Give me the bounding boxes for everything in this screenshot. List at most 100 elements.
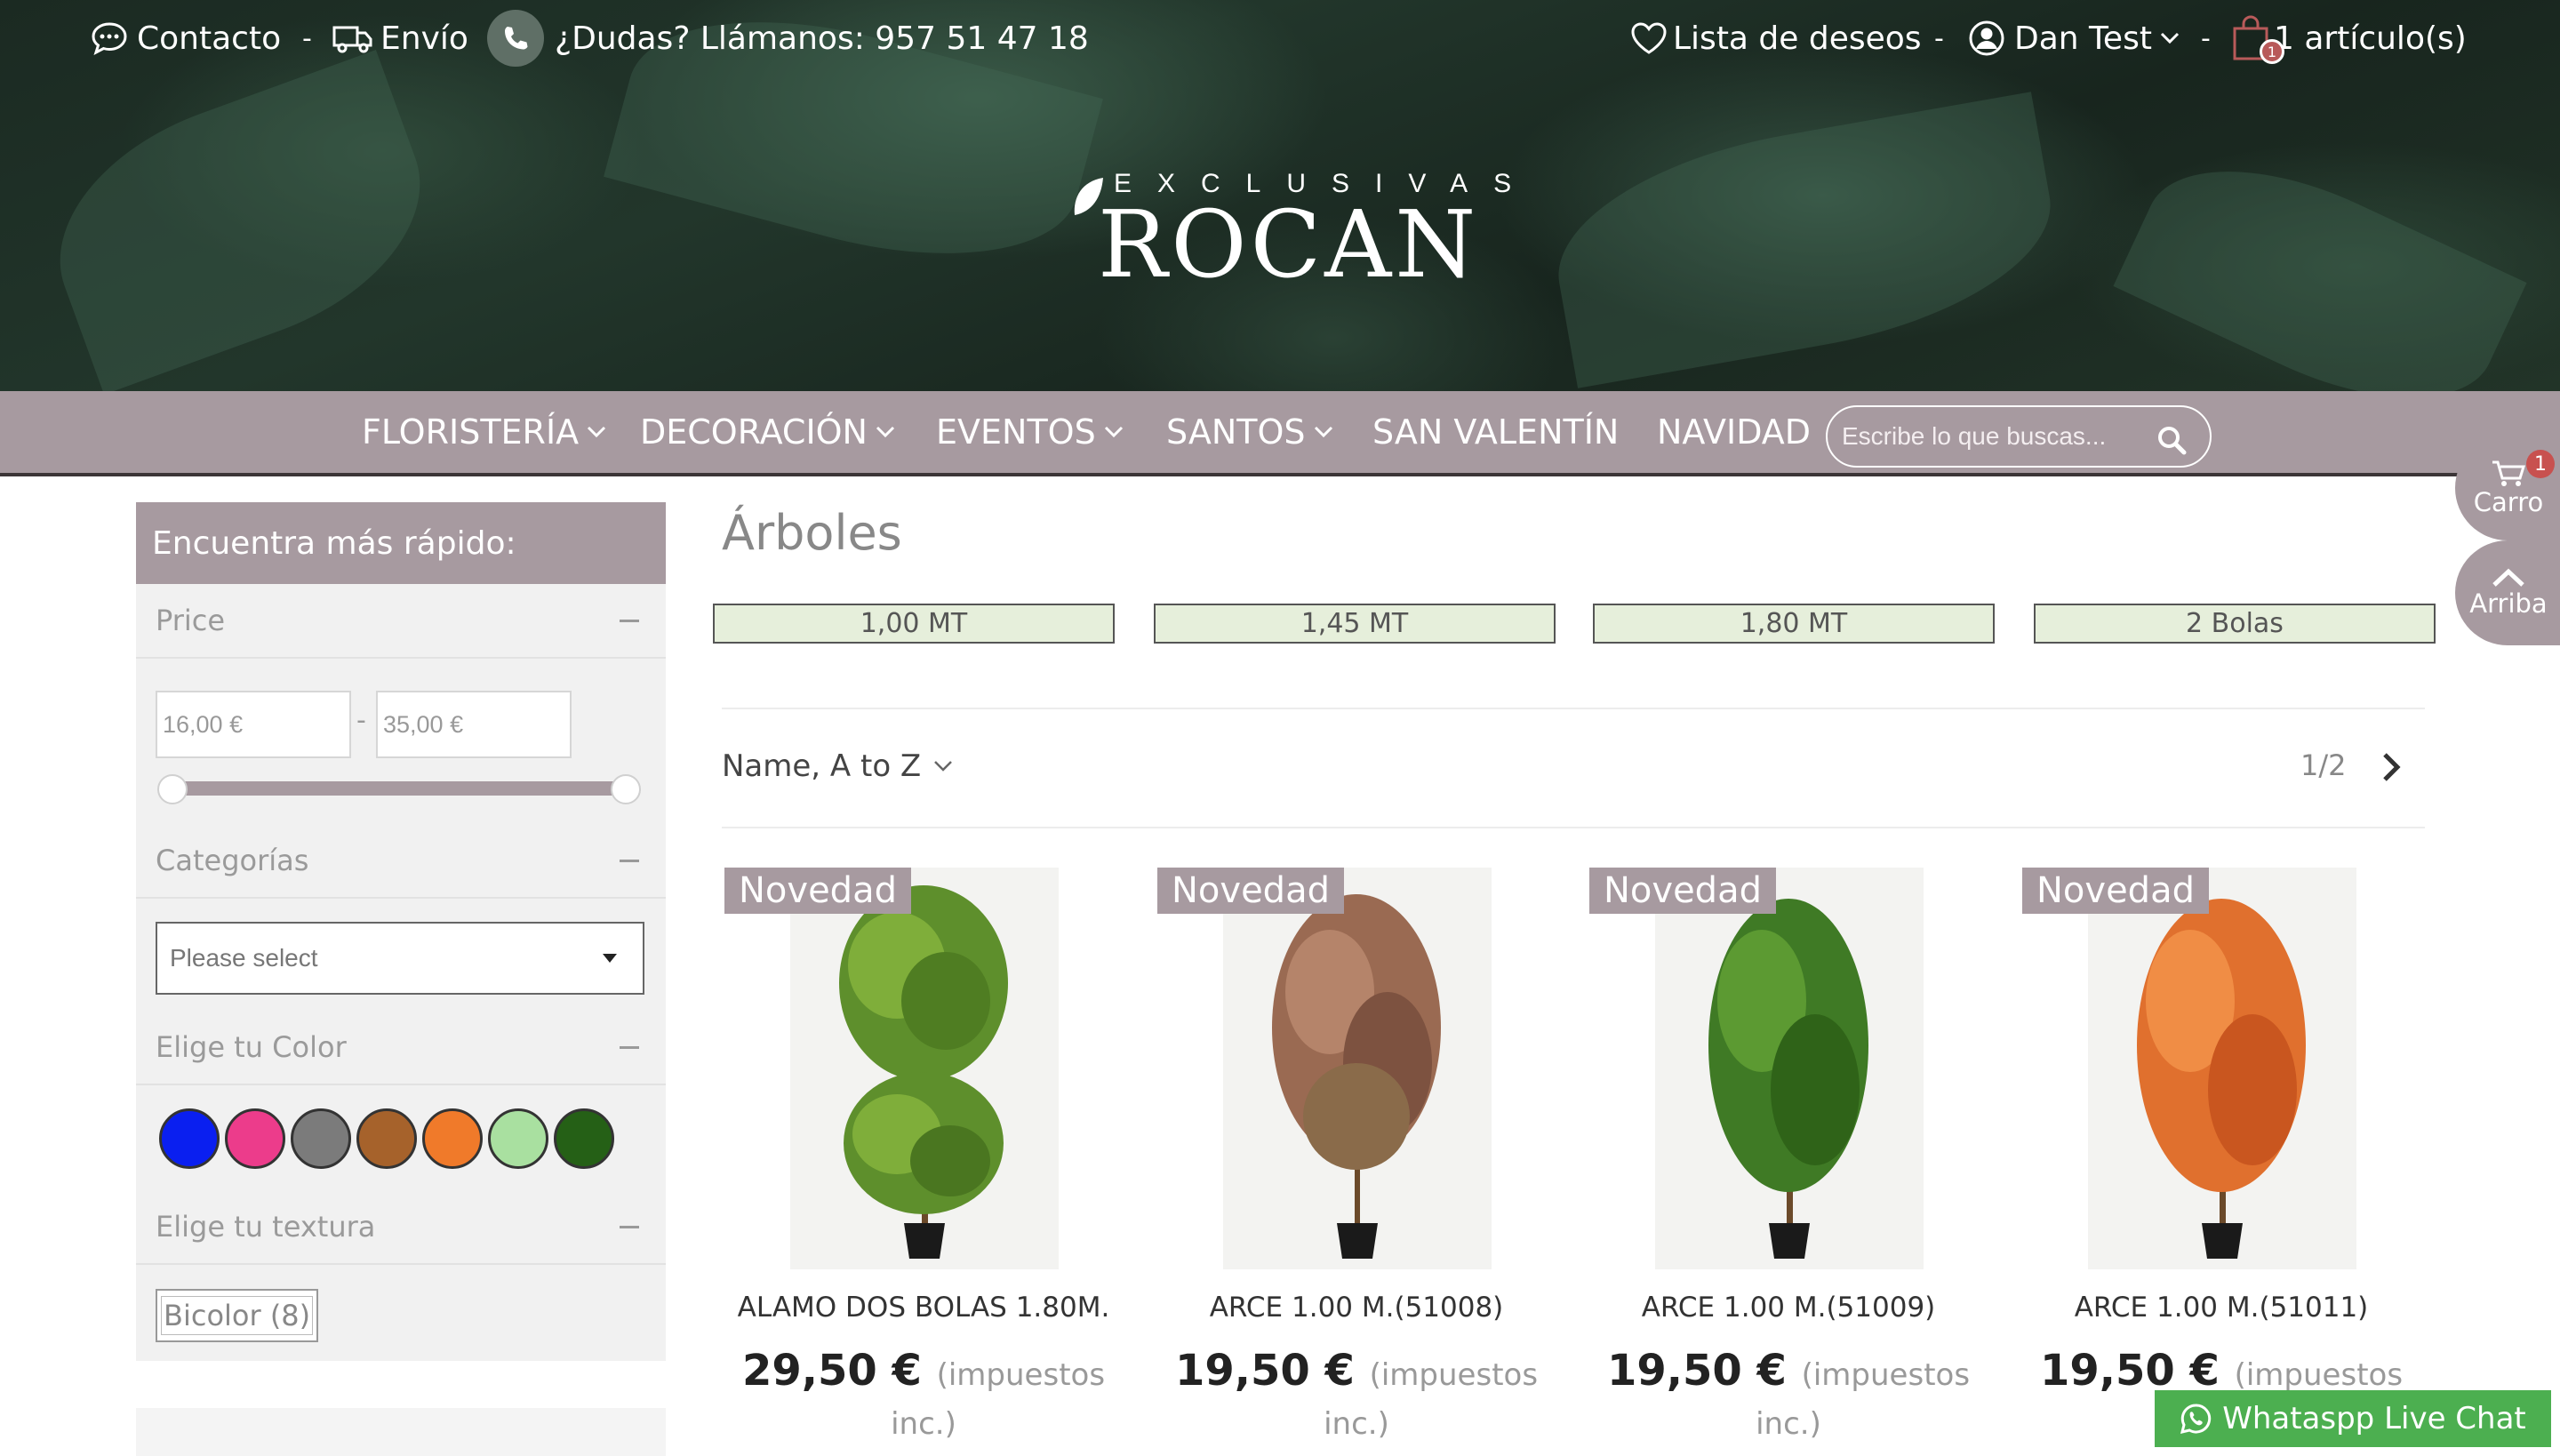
filter-sidebar: Encuentra más rápido: Price - Categorías…: [136, 502, 666, 1361]
sidebar-block: [136, 1408, 666, 1456]
site-logo[interactable]: EXCLUSIVAS ROCAN: [1071, 169, 1511, 299]
color-swatch[interactable]: [554, 1108, 614, 1169]
nav-label: SANTOS: [1166, 412, 1306, 452]
subcategory-button[interactable]: 2 Bolas: [2034, 604, 2436, 644]
price-slider-max-handle[interactable]: [611, 774, 641, 804]
color-swatch[interactable]: [225, 1108, 285, 1169]
wishlist-link[interactable]: Lista de deseos: [1630, 16, 1922, 60]
search-icon[interactable]: [2156, 425, 2187, 455]
nav-label: FLORISTERÍA: [362, 412, 580, 452]
product-name[interactable]: ARCE 1.00 M.(51011): [2008, 1292, 2435, 1324]
subcategory-button[interactable]: 1,00 MT: [713, 604, 1115, 644]
price-dash: -: [356, 705, 366, 736]
filter-section-price[interactable]: Price: [136, 584, 666, 659]
pagination-indicator: 1/2: [2300, 748, 2347, 782]
chevron-up-icon: [2492, 568, 2524, 587]
nav-item-decoracion[interactable]: DECORACIÓN: [640, 412, 896, 452]
color-swatch[interactable]: [356, 1108, 417, 1169]
contact-link[interactable]: Contacto: [91, 16, 281, 60]
nav-item-san-valentin[interactable]: SAN VALENTÍN: [1372, 412, 1619, 452]
collapse-icon[interactable]: [620, 1045, 639, 1049]
cart-icon: [2492, 460, 2526, 486]
texture-tag-bicolor[interactable]: Bicolor (8): [156, 1289, 319, 1342]
leaf-decoration: [1540, 92, 2068, 388]
price-value: 19,50 €: [1174, 1346, 1355, 1396]
tax-note: (impuestos: [2234, 1357, 2404, 1393]
chevron-right-icon[interactable]: [2380, 752, 2402, 782]
product-price: 19,50 € (impuestos: [1575, 1344, 2002, 1402]
chevron-down-icon: [588, 426, 606, 438]
product-image[interactable]: [1655, 868, 1924, 1269]
divider: [722, 827, 2425, 828]
top-bar: Contacto - Envío ¿Dudas? Llámanos: 957 5…: [0, 0, 2560, 80]
page-title: Árboles: [722, 505, 902, 561]
product-price: 29,50 € (impuestos: [710, 1344, 1137, 1402]
caret-down-icon: [603, 954, 617, 963]
separator: -: [2201, 22, 2211, 54]
tax-note-end: inc.): [1324, 1406, 1389, 1442]
filter-section-categories[interactable]: Categorías: [136, 824, 666, 899]
product-image[interactable]: [1223, 868, 1492, 1269]
chat-icon: [92, 22, 127, 55]
filter-section-texture[interactable]: Elige tu textura: [136, 1190, 666, 1265]
user-menu[interactable]: Dan Test: [1968, 16, 2180, 60]
phone-info[interactable]: ¿Dudas? Llámanos: 957 51 47 18: [487, 9, 1089, 68]
cart-count-badge: 1: [2260, 39, 2284, 64]
price-slider-track[interactable]: [172, 781, 627, 796]
chevron-down-icon: [1314, 426, 1332, 438]
product-name[interactable]: ARCE 1.00 M.(51009): [1575, 1292, 2002, 1324]
truck-icon: [332, 26, 372, 53]
sort-dropdown[interactable]: Name, A to Z: [722, 748, 953, 784]
collapse-icon[interactable]: [620, 859, 639, 862]
category-select[interactable]: Please select: [156, 922, 644, 995]
shipping-link[interactable]: Envío: [332, 16, 468, 60]
back-to-top-button[interactable]: Arriba: [2455, 540, 2560, 645]
nav-item-santos[interactable]: SANTOS: [1166, 412, 1334, 452]
tax-note-end: inc.): [891, 1406, 956, 1442]
nav-item-floristeria[interactable]: FLORISTERÍA: [362, 412, 607, 452]
price-value: 29,50 €: [741, 1346, 922, 1396]
collapse-icon[interactable]: [620, 619, 639, 622]
separator: -: [302, 22, 312, 54]
tree-image: [1272, 894, 1441, 1259]
price-min-input[interactable]: [156, 691, 351, 758]
nav-item-eventos[interactable]: EVENTOS: [936, 412, 1124, 452]
tax-note-end: inc.): [1756, 1406, 1821, 1442]
floating-cart-label: Carro: [2473, 487, 2544, 517]
filter-title: Elige tu Color: [156, 1030, 347, 1064]
color-swatch[interactable]: [291, 1108, 351, 1169]
whatsapp-chat-button[interactable]: Whataspp Live Chat: [2155, 1390, 2551, 1447]
color-swatch[interactable]: [488, 1108, 548, 1169]
filter-section-color[interactable]: Elige tu Color: [136, 1011, 666, 1085]
product-name[interactable]: ARCE 1.00 M.(51008): [1143, 1292, 1570, 1324]
phone-icon: [487, 10, 544, 67]
nav-label: EVENTOS: [936, 412, 1096, 452]
product-name[interactable]: ALAMO DOS BOLAS 1.80M.: [710, 1292, 1137, 1324]
subcategory-button[interactable]: 1,80 MT: [1593, 604, 1995, 644]
whatsapp-icon: [2180, 1404, 2212, 1435]
logo-title: ROCAN: [1098, 190, 1480, 299]
tax-note: (impuestos: [1369, 1357, 1539, 1393]
chevron-down-icon: [934, 761, 953, 772]
subcategory-button[interactable]: 1,45 MT: [1154, 604, 1556, 644]
whatsapp-label: Whataspp Live Chat: [2222, 1401, 2526, 1436]
tree-image: [839, 885, 1008, 1259]
new-badge: Novedad: [724, 868, 911, 914]
product-image[interactable]: [2088, 868, 2356, 1269]
product-price: 19,50 € (impuestos: [1143, 1344, 1570, 1402]
cart-label: 1 artículo(s): [2274, 20, 2467, 57]
header-banner: Contacto - Envío ¿Dudas? Llámanos: 957 5…: [0, 0, 2560, 444]
collapse-icon[interactable]: [620, 1225, 639, 1228]
tax-note: (impuestos: [936, 1357, 1106, 1393]
new-badge: Novedad: [2022, 868, 2209, 914]
nav-item-navidad[interactable]: NAVIDAD: [1657, 412, 1811, 452]
price-max-input[interactable]: [376, 691, 572, 758]
price-slider-min-handle[interactable]: [157, 774, 188, 804]
chevron-down-icon: [2160, 32, 2179, 44]
color-swatch[interactable]: [159, 1108, 220, 1169]
sidebar-heading: Encuentra más rápido:: [136, 502, 666, 584]
color-swatch[interactable]: [422, 1108, 483, 1169]
product-image[interactable]: [790, 868, 1059, 1269]
chevron-down-icon: [876, 426, 895, 438]
search-input[interactable]: [1828, 422, 2139, 451]
